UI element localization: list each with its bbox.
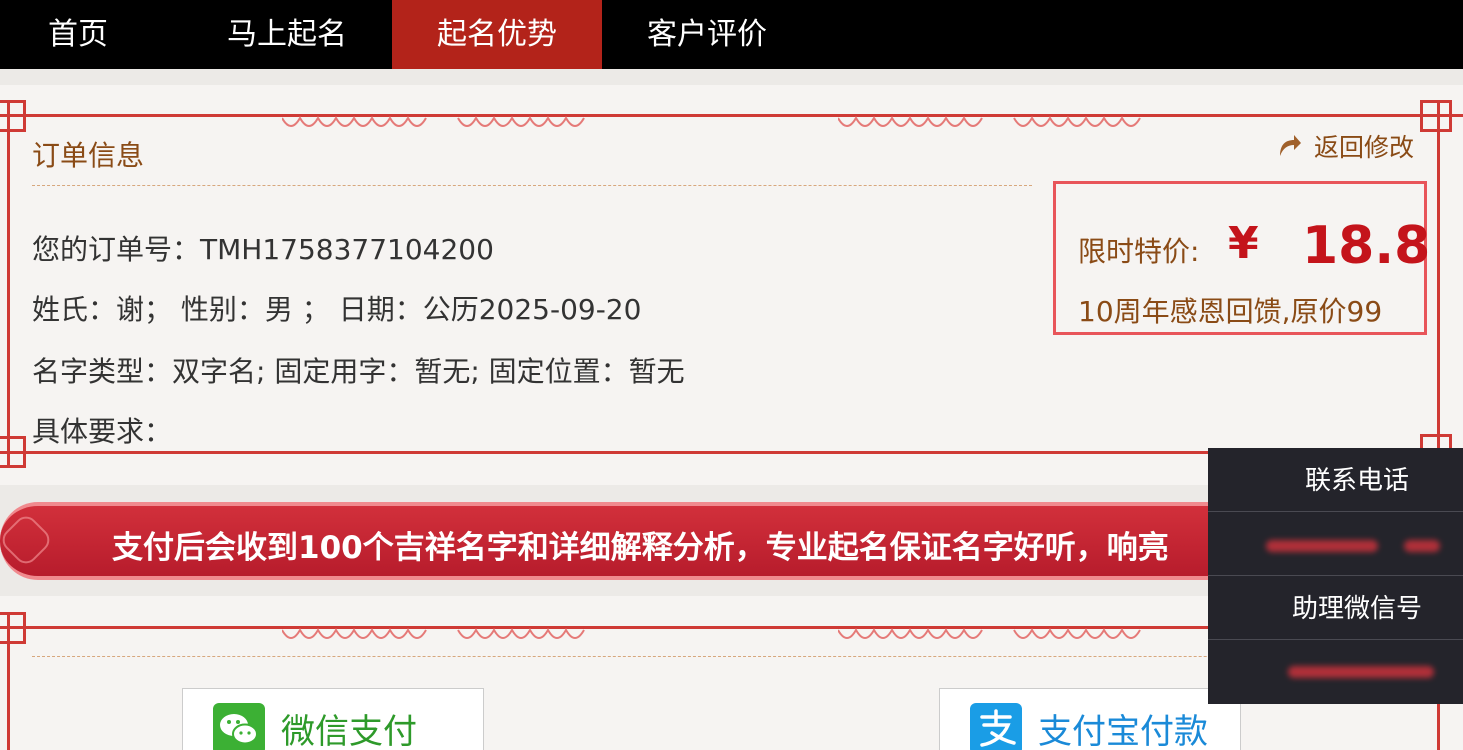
contact-wechat-value[interactable]	[1208, 642, 1463, 704]
alipay-icon	[970, 703, 1022, 750]
redacted-phone	[1404, 540, 1440, 552]
alipay-button[interactable]: 支付宝付款	[939, 688, 1241, 750]
wechat-pay-button[interactable]: 微信支付	[182, 688, 484, 750]
frame-corner-ornament	[0, 436, 26, 468]
contact-wechat-label: 助理微信号	[1208, 578, 1463, 640]
contact-phone-value[interactable]	[1208, 514, 1463, 576]
nav-item-reviews[interactable]: 客户评价	[602, 0, 812, 69]
contact-phone-label: 联系电话	[1208, 450, 1463, 512]
price-note: 10周年感恩回馈,原价99	[1078, 295, 1383, 328]
wave-ornament	[838, 628, 1141, 639]
order-number: 您的订单号：TMH1758377104200	[32, 233, 494, 266]
frame-corner-ornament	[0, 612, 26, 644]
back-edit-label: 返回修改	[1314, 133, 1415, 162]
wechat-pay-label: 微信支付	[281, 711, 417, 750]
wave-ornament	[282, 628, 585, 639]
return-arrow-icon	[1280, 135, 1301, 156]
banner-emblem-icon	[0, 511, 55, 569]
order-name-type: 名字类型：双字名; 固定用字：暂无; 固定位置：暂无	[32, 355, 685, 388]
order-requirement: 具体要求：	[32, 415, 173, 448]
back-edit-link[interactable]: 返回修改	[1276, 128, 1414, 164]
contact-panel: 联系电话 助理微信号	[1208, 448, 1463, 704]
divider	[32, 185, 1032, 186]
order-basic-info: 姓氏：谢； 性别：男 ； 日期：公历2025-09-20	[32, 293, 642, 326]
frame-corner-ornament	[1420, 100, 1452, 132]
redacted-phone	[1266, 540, 1378, 552]
frame-top-line	[0, 114, 1463, 117]
price-value: 18.8	[1302, 216, 1431, 276]
section-title-order: 订单信息	[32, 139, 145, 172]
top-nav: 首页 马上起名 起名优势 客户评价	[0, 0, 1463, 69]
frame-right-line	[1437, 100, 1440, 466]
wave-ornament	[838, 116, 1141, 127]
promo-banner-text: 支付后会收到100个吉祥名字和详细解释分析，专业起名保证名字好听，响亮	[112, 530, 1169, 566]
nav-item-home[interactable]: 首页	[0, 0, 182, 69]
redacted-wechat-id	[1288, 666, 1434, 678]
currency-symbol: ¥	[1228, 218, 1259, 269]
alipay-label: 支付宝付款	[1038, 711, 1208, 750]
price-label: 限时特价:	[1078, 235, 1200, 268]
wechat-icon	[213, 703, 265, 750]
frame-left-line	[7, 100, 10, 466]
nav-item-naming[interactable]: 马上起名	[182, 0, 392, 69]
price-box: 限时特价: ¥ 18.8 10周年感恩回馈,原价99	[1053, 181, 1431, 335]
wave-ornament	[282, 116, 585, 127]
frame-corner-ornament	[0, 100, 26, 132]
nav-item-advantages[interactable]: 起名优势	[392, 0, 602, 69]
